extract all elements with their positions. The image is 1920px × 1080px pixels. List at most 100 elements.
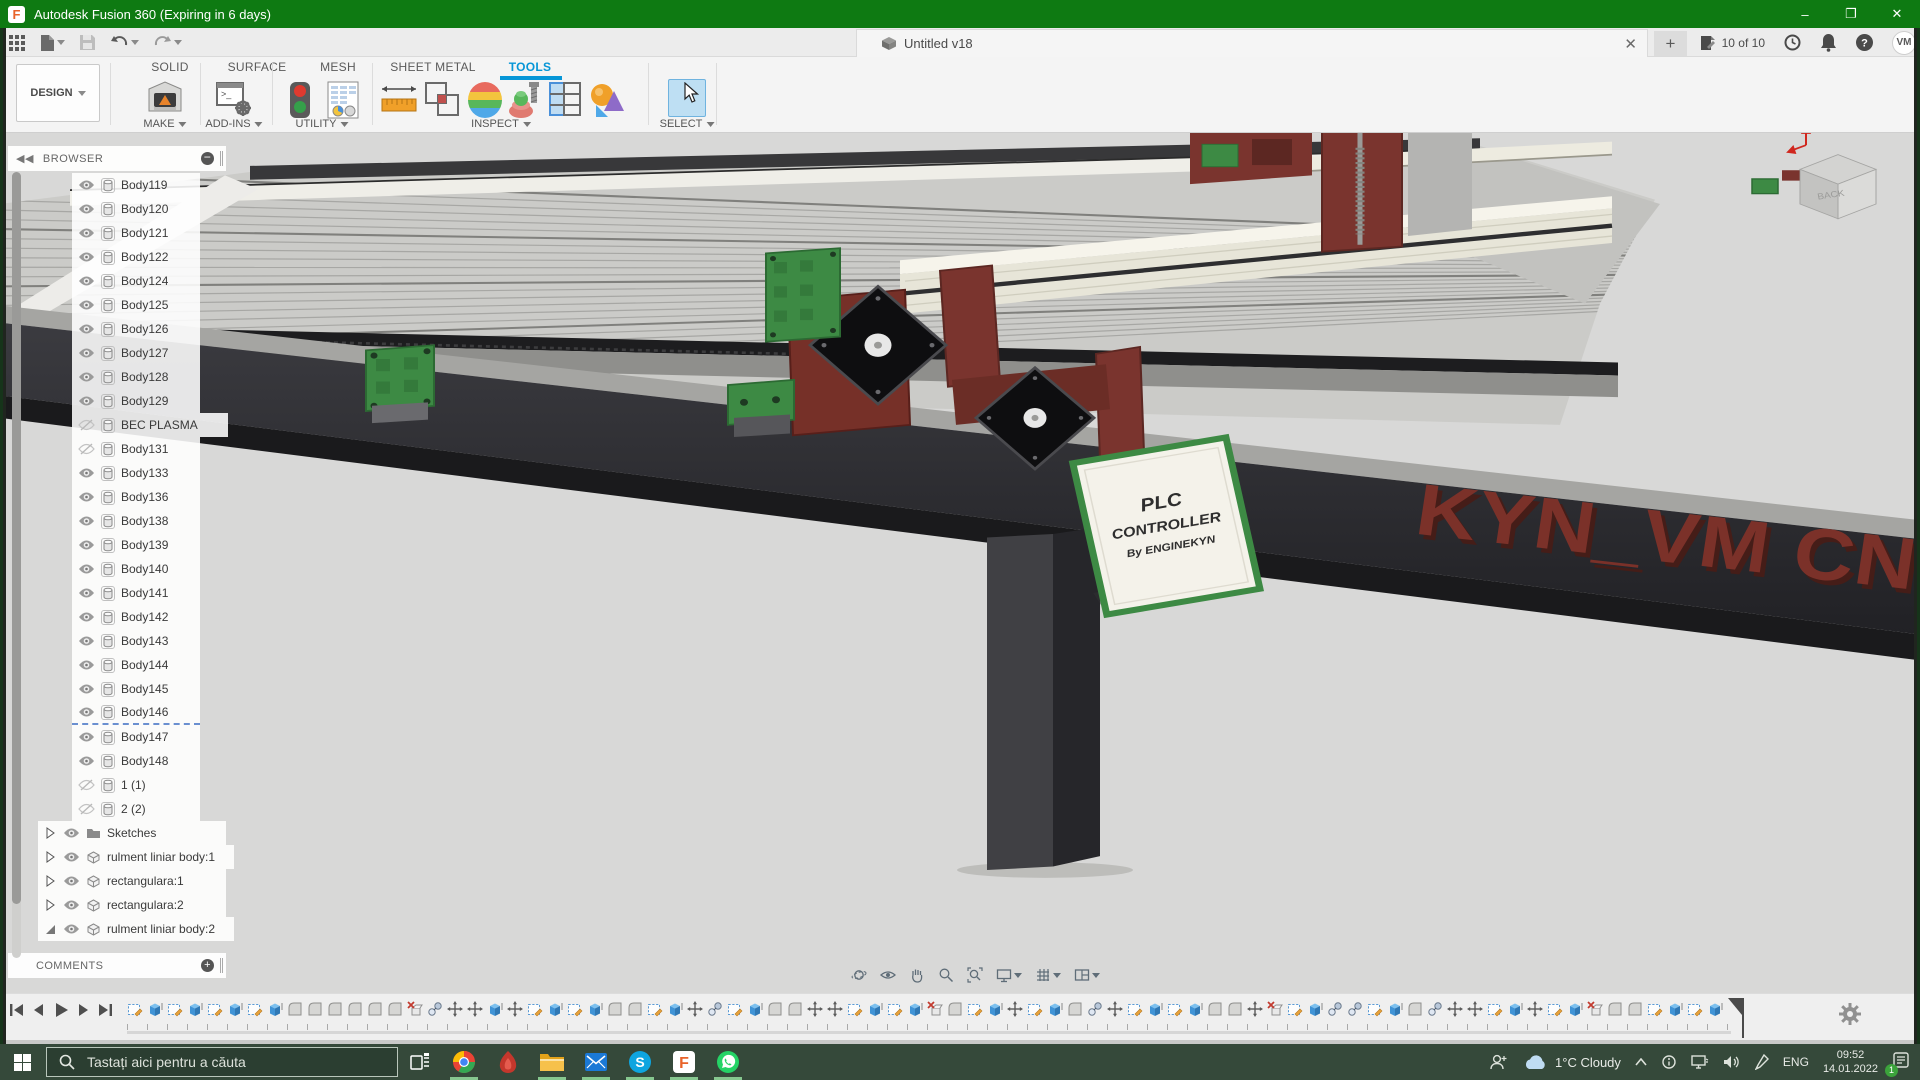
measure-icon[interactable] xyxy=(380,81,418,122)
timeline-extrude-icon[interactable] xyxy=(547,1001,563,1017)
browser-item-body121[interactable]: Body121 xyxy=(72,221,200,245)
group-make[interactable]: MAKE xyxy=(143,118,186,130)
visibility-eye-icon[interactable] xyxy=(78,779,95,791)
extension-clock-icon[interactable] xyxy=(1783,33,1802,52)
save-icon[interactable] xyxy=(77,32,98,53)
user-avatar[interactable]: VM xyxy=(1892,31,1916,55)
timeline-sketch-icon[interactable] xyxy=(1547,1001,1563,1017)
browser-resize-grip[interactable] xyxy=(220,151,223,166)
tab-solid[interactable]: SOLID xyxy=(151,60,189,74)
timeline-fillet-icon[interactable] xyxy=(1607,1001,1623,1017)
browser-item-body136[interactable]: Body136 xyxy=(72,485,200,509)
visibility-eye-icon[interactable] xyxy=(78,731,95,743)
timeline-sketch-icon[interactable] xyxy=(167,1001,183,1017)
timeline-extrude-icon[interactable] xyxy=(1187,1001,1203,1017)
browser-scrollbar-thumb[interactable] xyxy=(12,172,21,904)
timeline-sketch-icon[interactable] xyxy=(247,1001,263,1017)
timeline-delete-icon[interactable] xyxy=(1587,1001,1603,1017)
timeline-move-icon[interactable] xyxy=(1007,1001,1023,1017)
taskbar-app-fusion-360[interactable]: F xyxy=(662,1044,706,1080)
taskbar-app-task-view[interactable] xyxy=(398,1044,442,1080)
browser-item-body147[interactable]: Body147 xyxy=(72,725,200,749)
people-icon[interactable] xyxy=(1489,1053,1509,1071)
timeline-sketch-icon[interactable] xyxy=(1487,1001,1503,1017)
browser-item-body124[interactable]: Body124 xyxy=(72,269,200,293)
timeline-sketch-icon[interactable] xyxy=(1127,1001,1143,1017)
browser-item-body131[interactable]: Body131 xyxy=(72,437,200,461)
visibility-eye-icon[interactable] xyxy=(78,275,95,287)
timeline-fillet-icon[interactable] xyxy=(367,1001,383,1017)
timeline-extrude-icon[interactable] xyxy=(587,1001,603,1017)
timeline-sketch-icon[interactable] xyxy=(1027,1001,1043,1017)
browser-item-body125[interactable]: Body125 xyxy=(72,293,200,317)
clock-widget[interactable]: 09:52 14.01.2022 xyxy=(1823,1048,1878,1077)
timeline-sketch-icon[interactable] xyxy=(1687,1001,1703,1017)
visibility-eye-icon[interactable] xyxy=(78,539,95,551)
close-button[interactable]: ✕ xyxy=(1874,0,1920,28)
browser-item-rulment-liniar-body-2[interactable]: rulment liniar body:2 xyxy=(38,917,234,941)
timeline-fillet-icon[interactable] xyxy=(1207,1001,1223,1017)
browser-item-body138[interactable]: Body138 xyxy=(72,509,200,533)
browser-item-body145[interactable]: Body145 xyxy=(72,677,200,701)
pen-input-icon[interactable] xyxy=(1755,1054,1769,1070)
validate-icon[interactable] xyxy=(588,81,626,124)
tab-surface[interactable]: SURFACE xyxy=(228,60,287,74)
timeline-joint-icon[interactable] xyxy=(427,1001,443,1017)
visibility-eye-icon[interactable] xyxy=(78,563,95,575)
group-select[interactable]: SELECT xyxy=(660,118,715,130)
timeline-delete-icon[interactable] xyxy=(1267,1001,1283,1017)
visibility-eye-icon[interactable] xyxy=(78,419,95,431)
timeline-move-icon[interactable] xyxy=(687,1001,703,1017)
timeline-fillet-icon[interactable] xyxy=(1067,1001,1083,1017)
workspace-selector[interactable]: DESIGN xyxy=(16,64,100,122)
tab-sheet-metal[interactable]: SHEET METAL xyxy=(390,60,476,74)
visibility-eye-icon[interactable] xyxy=(63,899,80,911)
browser-item-body140[interactable]: Body140 xyxy=(72,557,200,581)
visibility-eye-icon[interactable] xyxy=(78,515,95,527)
browser-item-rectangulara-1[interactable]: rectangulara:1 xyxy=(38,869,226,893)
timeline-sketch-icon[interactable] xyxy=(1287,1001,1303,1017)
visibility-eye-icon[interactable] xyxy=(78,683,95,695)
timeline-sketch-icon[interactable] xyxy=(967,1001,983,1017)
timeline-extrude-icon[interactable] xyxy=(1707,1001,1723,1017)
browser-collapse-icon[interactable]: ◀◀ xyxy=(16,152,34,165)
visibility-eye-icon[interactable] xyxy=(78,803,95,815)
browser-item-body143[interactable]: Body143 xyxy=(72,629,200,653)
timeline-extrude-icon[interactable] xyxy=(1047,1001,1063,1017)
timeline-fillet-icon[interactable] xyxy=(287,1001,303,1017)
timeline-joint-icon[interactable] xyxy=(1427,1001,1443,1017)
timeline-move-icon[interactable] xyxy=(447,1001,463,1017)
expand-arrow-icon[interactable] xyxy=(44,850,57,864)
visibility-eye-icon[interactable] xyxy=(78,179,95,191)
timeline-joint-icon[interactable] xyxy=(1087,1001,1103,1017)
minimize-button[interactable]: – xyxy=(1782,0,1828,28)
timeline-delete-icon[interactable] xyxy=(927,1001,943,1017)
timeline-extrude-icon[interactable] xyxy=(227,1001,243,1017)
visibility-eye-icon[interactable] xyxy=(78,227,95,239)
visibility-eye-icon[interactable] xyxy=(78,467,95,479)
timeline-fillet-icon[interactable] xyxy=(607,1001,623,1017)
taskbar-app-file-explorer[interactable] xyxy=(530,1044,574,1080)
expand-arrow-icon[interactable] xyxy=(44,874,57,888)
visibility-eye-icon[interactable] xyxy=(78,587,95,599)
browser-scrollbar[interactable] xyxy=(12,172,21,958)
browser-item-body148[interactable]: Body148 xyxy=(72,749,200,773)
group-inspect[interactable]: INSPECT xyxy=(471,118,531,130)
timeline-sketch-icon[interactable] xyxy=(527,1001,543,1017)
browser-item-rectangulara-2[interactable]: rectangulara:2 xyxy=(38,893,226,917)
timeline-go-to-end-icon[interactable] xyxy=(96,1001,114,1019)
timeline-play-icon[interactable] xyxy=(52,1001,70,1019)
browser-item-body127[interactable]: Body127 xyxy=(72,341,200,365)
timeline-fillet-icon[interactable] xyxy=(767,1001,783,1017)
action-center-icon[interactable]: 1 xyxy=(1892,1051,1910,1074)
browser-item-body144[interactable]: Body144 xyxy=(72,653,200,677)
interference-icon[interactable] xyxy=(424,81,460,122)
tab-mesh[interactable]: MESH xyxy=(320,60,356,74)
document-close-icon[interactable]: ✕ xyxy=(1624,35,1637,53)
timeline-step-forward-icon[interactable] xyxy=(74,1001,92,1019)
language-indicator[interactable]: ENG xyxy=(1783,1055,1809,1069)
document-tab[interactable]: Untitled v18 ✕ xyxy=(856,29,1648,57)
timeline-extrude-icon[interactable] xyxy=(867,1001,883,1017)
timeline-scroll-track[interactable] xyxy=(127,1031,1731,1034)
expand-arrow-icon[interactable] xyxy=(44,826,57,840)
